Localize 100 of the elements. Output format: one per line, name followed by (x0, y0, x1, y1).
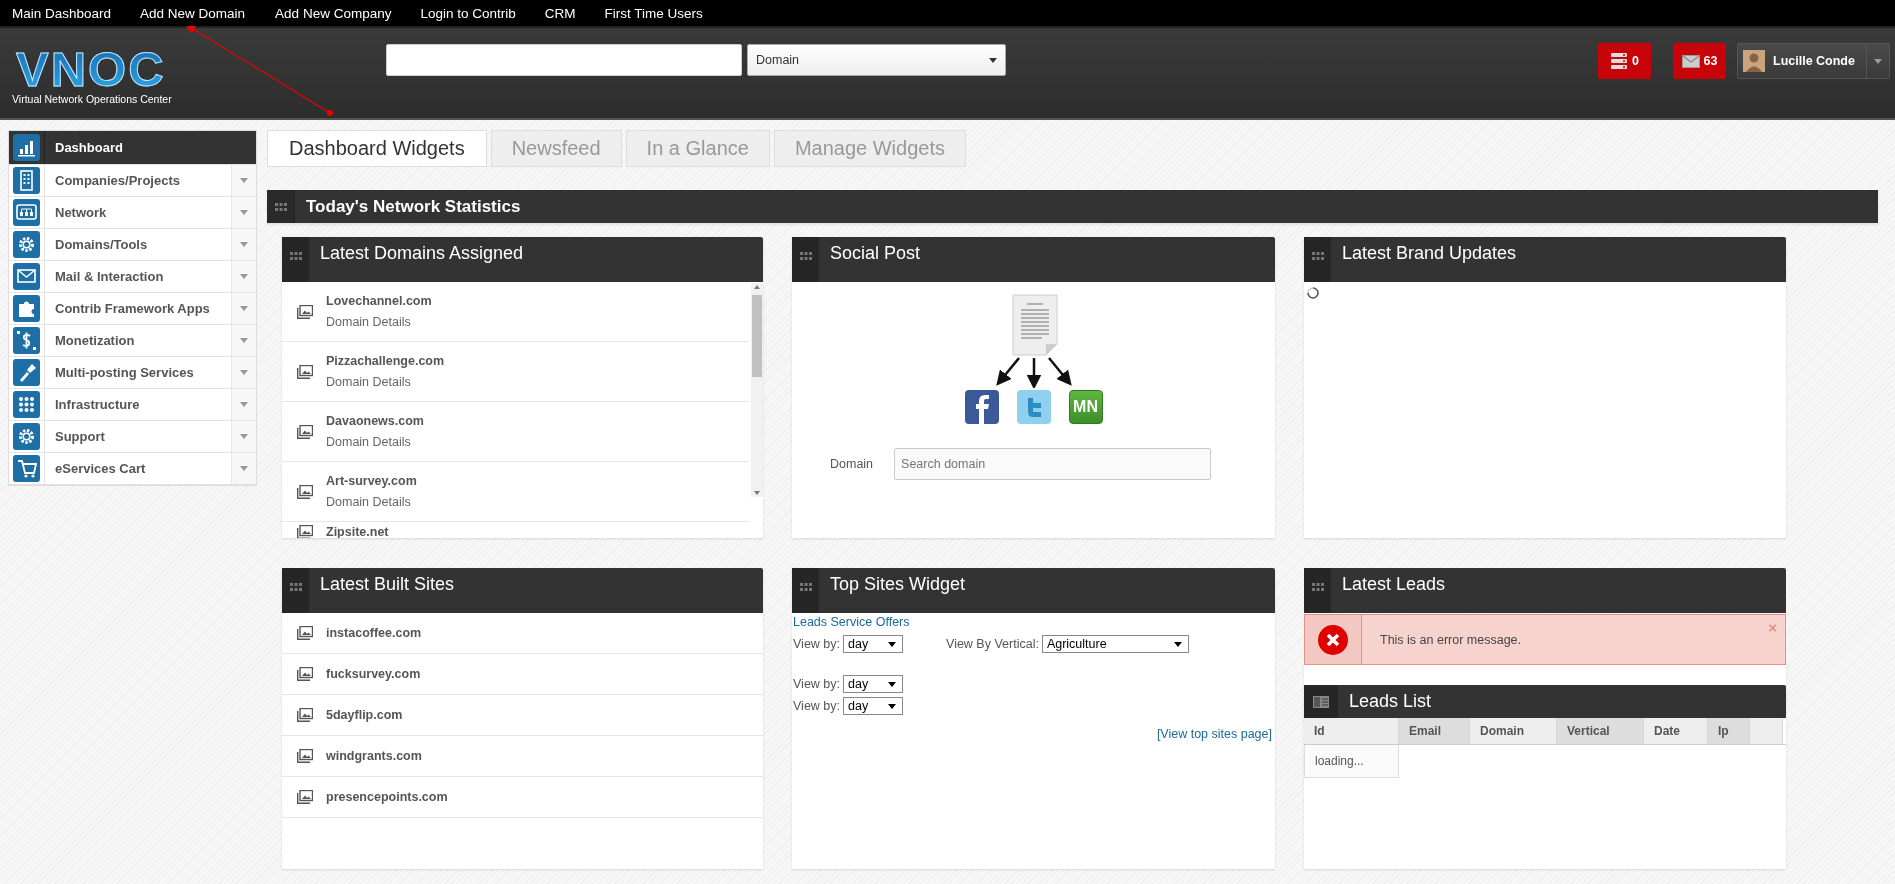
domain-details-text: Domain Details (326, 495, 412, 509)
caret-icon (989, 57, 997, 63)
field-label: View by: (793, 699, 840, 713)
caret-icon (240, 306, 248, 311)
error-message: This is an error message. (1379, 632, 1522, 647)
sidebar-item[interactable]: Monetization (9, 325, 256, 357)
grip-icon (1311, 251, 1324, 260)
chart-icon (13, 134, 40, 161)
nav-link[interactable]: Main Dashboard (12, 5, 112, 21)
dropdown[interactable]: day (843, 635, 903, 653)
sidebar-item[interactable]: Domains/Tools (9, 229, 256, 261)
sidebar-item[interactable]: Multi-posting Services (9, 357, 256, 389)
site-link[interactable]: windgrants.com (326, 749, 422, 763)
images-icon (297, 424, 313, 439)
search-field[interactable] (386, 44, 742, 76)
sidebar-item[interactable]: Contrib Framework Apps (9, 293, 256, 325)
caret-icon (1874, 58, 1882, 64)
sidebar-item[interactable]: Network (9, 197, 256, 229)
field-label: View By Vertical: (946, 637, 1039, 651)
server-icon (1610, 53, 1628, 69)
facebook-icon (964, 390, 999, 424)
search-type-dropdown[interactable]: Domain (747, 44, 1006, 76)
expand-toggle[interactable] (231, 389, 256, 420)
domain-link[interactable]: Art-survey.com (326, 474, 417, 488)
sidebar-item[interactable]: Companies/Projects (9, 165, 256, 197)
grip-icon (289, 582, 302, 591)
field-label: Domain (830, 457, 874, 471)
expand-toggle[interactable] (231, 453, 256, 484)
images-icon (297, 749, 313, 763)
column-header[interactable]: Email (1399, 718, 1470, 744)
caret-icon (240, 370, 248, 375)
sidebar-item[interactable]: Dashboard (9, 131, 256, 165)
widget-title: Latest Brand Updates (1341, 242, 1517, 264)
domain-link[interactable]: Pizzachallenge.com (326, 354, 445, 368)
images-icon (297, 626, 313, 640)
building-icon (13, 167, 40, 194)
grip-icon (799, 582, 812, 591)
link[interactable]: Leads Service Offers (793, 615, 910, 629)
column-header[interactable]: Ip (1708, 718, 1750, 744)
widget-title: Latest Leads (1341, 573, 1446, 595)
sidebar-item[interactable]: eServices Cart (9, 453, 256, 485)
images-icon (297, 364, 313, 379)
images-icon (297, 304, 313, 319)
error-icon (1317, 623, 1349, 656)
nav-link[interactable]: Add New Domain (140, 5, 246, 21)
expand-toggle[interactable] (231, 165, 256, 196)
field-label: View by: (793, 677, 840, 691)
sidebar-item[interactable]: Support (9, 421, 256, 453)
nav-link[interactable]: Add New Company (275, 5, 392, 21)
expand-toggle[interactable] (231, 261, 256, 292)
widget-title: Social Post (829, 242, 921, 264)
site-link[interactable]: 5dayflip.com (326, 708, 403, 722)
dropdown[interactable]: day (843, 697, 903, 715)
dropdown[interactable]: day (843, 675, 903, 693)
puzzle-icon (13, 295, 40, 322)
sidebar-item[interactable]: Infrastructure (9, 389, 256, 421)
grip-icon (274, 202, 287, 211)
caret-icon (240, 466, 248, 471)
grip-icon (1311, 582, 1324, 591)
site-link[interactable]: instacoffee.com (326, 626, 422, 640)
domain-search-field[interactable]: Search domain (894, 448, 1212, 480)
user-menu-button[interactable]: Lucille Conde (1737, 43, 1890, 79)
column-header[interactable]: Id (1304, 718, 1399, 744)
caret-icon (240, 210, 248, 215)
domain-link[interactable]: Zipsite.net (326, 525, 389, 538)
sidebar-item[interactable]: Mail & Interaction (9, 261, 256, 293)
column-header[interactable]: Domain (1470, 718, 1557, 744)
dropdown[interactable]: Agriculture (1041, 635, 1189, 653)
tab[interactable]: Dashboard Widgets (267, 130, 487, 167)
nav-link[interactable]: First Time Users (604, 5, 703, 21)
column-header[interactable]: Vertical (1557, 718, 1644, 744)
expand-toggle[interactable] (231, 357, 256, 388)
mail-icon (13, 263, 40, 290)
domain-link[interactable]: Davaonews.com (326, 414, 424, 428)
column-header[interactable]: Date (1644, 718, 1708, 744)
domain-link[interactable]: Lovechannel.com (326, 294, 432, 308)
alerts-button[interactable]: 0 (1598, 43, 1651, 79)
caret-icon (1173, 641, 1182, 647)
nav-link[interactable]: CRM (544, 5, 576, 21)
link[interactable]: [View top sites page] (1156, 727, 1272, 741)
widget-title: Top Sites Widget (829, 573, 966, 595)
domain-details-text: Domain Details (326, 315, 412, 329)
site-link[interactable]: fucksurvey.com (326, 667, 421, 681)
expand-toggle[interactable] (231, 197, 256, 228)
expand-toggle[interactable] (231, 293, 256, 324)
images-icon (297, 667, 313, 681)
caret-icon (240, 242, 248, 247)
expand-toggle[interactable] (231, 325, 256, 356)
widget-title: Leads List (1348, 691, 1432, 712)
nav-link[interactable]: Login to Contrib (420, 5, 516, 21)
messages-button[interactable]: 63 (1673, 43, 1726, 79)
caret-icon (888, 681, 896, 687)
caret-icon (240, 434, 248, 439)
expand-toggle[interactable] (231, 421, 256, 452)
caret-icon (240, 178, 248, 183)
caret-icon (240, 274, 248, 279)
brush-icon (13, 359, 40, 386)
expand-toggle[interactable] (231, 229, 256, 260)
site-link[interactable]: presencepoints.com (326, 790, 448, 804)
domain-details-text: Domain Details (326, 435, 412, 449)
